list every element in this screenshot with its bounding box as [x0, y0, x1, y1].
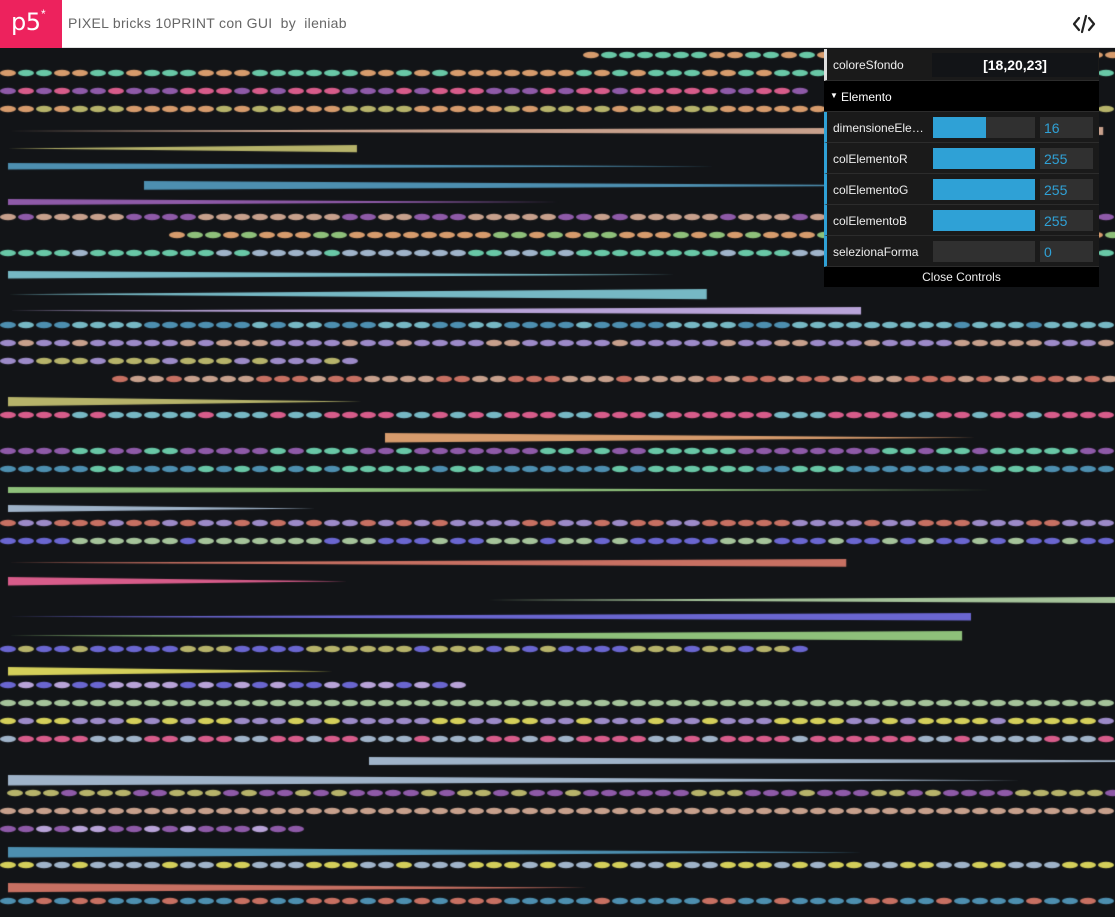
by-label: by [280, 15, 297, 31]
control-slider[interactable] [933, 179, 1035, 200]
control-slider[interactable] [933, 148, 1035, 169]
control-label: colElementoG [833, 183, 909, 197]
control-label: colElementoB [833, 214, 908, 228]
control-row: colElementoB 255 [824, 205, 1099, 236]
control-row: colElementoR 255 [824, 143, 1099, 174]
close-controls-button[interactable]: Close Controls [824, 267, 1099, 287]
folder-elemento[interactable]: ▼ Elemento [824, 81, 1099, 112]
control-number-input[interactable]: 0 [1040, 241, 1093, 262]
triangle-down-icon: ▼ [830, 91, 838, 100]
dat-gui-panel: coloreSfondo [18,20,23] ▼ Elemento dimen… [824, 49, 1099, 287]
control-row: colElementoG 255 [824, 174, 1099, 205]
p5-logo[interactable]: p5 * [0, 0, 62, 48]
slider-fill [933, 148, 1035, 169]
sketch-title-bar: PIXEL bricks 10PRINT con GUI by ileniab [68, 15, 347, 31]
control-row: selezionaForma 0 [824, 236, 1099, 267]
slider-fill [933, 210, 1035, 231]
slider-fill [933, 179, 1035, 200]
author-link[interactable]: ileniab [304, 15, 347, 31]
control-label: dimensioneElemento [833, 121, 925, 135]
control-slider[interactable] [933, 241, 1035, 262]
control-number-input[interactable]: 255 [1040, 210, 1093, 231]
top-bar: p5 * PIXEL bricks 10PRINT con GUI by ile… [0, 0, 1115, 48]
colore-sfondo-control: coloreSfondo [18,20,23] [824, 49, 1099, 81]
control-label: colElementoR [833, 152, 908, 166]
control-number-input[interactable]: 255 [1040, 148, 1093, 169]
folder-elemento-label: Elemento [841, 90, 892, 104]
control-row: dimensioneElemento 16 [824, 112, 1099, 143]
control-slider[interactable] [933, 117, 1035, 138]
control-number-input[interactable]: 255 [1040, 179, 1093, 200]
colore-sfondo-input[interactable]: [18,20,23] [932, 53, 1098, 77]
control-slider[interactable] [933, 210, 1035, 231]
colore-sfondo-label: coloreSfondo [833, 58, 904, 72]
logo-text: p5 [11, 8, 41, 36]
slider-fill [933, 117, 987, 138]
sketch-title: PIXEL bricks 10PRINT con GUI [68, 15, 273, 31]
code-brackets-icon[interactable] [1071, 13, 1097, 35]
control-number-input[interactable]: 16 [1040, 117, 1093, 138]
control-label: selezionaForma [833, 245, 919, 259]
logo-asterisk: * [41, 7, 46, 21]
